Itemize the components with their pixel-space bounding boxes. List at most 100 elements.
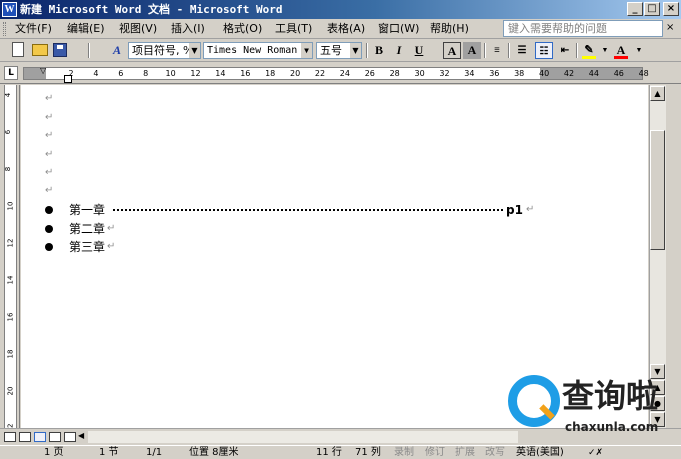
- ruler-mark: 6: [118, 69, 124, 78]
- window-title: 新建 Microsoft Word 文档 - Microsoft Word: [20, 3, 283, 16]
- font-size-value: 五号: [320, 44, 342, 57]
- bullets-icon[interactable]: ☷: [535, 42, 553, 59]
- highlight-color-swatch: [582, 56, 596, 59]
- ruler-mark: 48: [638, 69, 649, 78]
- tab-selector[interactable]: L: [4, 66, 18, 80]
- bullet-icon: [45, 243, 53, 251]
- vertical-ruler-strip[interactable]: 46810121416182022: [4, 85, 17, 432]
- indent-marker-icon[interactable]: [64, 75, 72, 83]
- status-line: 11 行: [316, 447, 342, 458]
- toc-entry-chapter-2[interactable]: 第二章: [69, 222, 105, 236]
- paragraph-mark: ↵: [107, 241, 116, 252]
- watermark-url: chaxunla.com: [565, 420, 659, 434]
- chevron-down-icon[interactable]: ▼: [350, 43, 361, 58]
- paragraph-mark: ↵: [45, 185, 54, 196]
- ruler-mark: 18: [265, 69, 276, 78]
- status-record[interactable]: 录制: [394, 446, 414, 459]
- numbering-icon[interactable]: ☰: [513, 42, 531, 59]
- close-document-button[interactable]: ×: [666, 22, 674, 33]
- minimize-button[interactable]: _: [627, 2, 643, 16]
- ruler-mark: 46: [613, 69, 624, 78]
- scroll-left-arrow-icon[interactable]: ◀: [78, 431, 84, 440]
- ruler-mark: 34: [464, 69, 475, 78]
- vertical-ruler-mark: 16: [6, 312, 15, 322]
- align-center-icon[interactable]: ≡: [488, 42, 506, 59]
- toolbar-separator: [508, 43, 510, 58]
- status-page: 1 页: [44, 447, 64, 458]
- help-search-input[interactable]: 键入需要帮助的问题: [503, 20, 663, 37]
- toolbar-separator: [484, 43, 486, 58]
- menu-help[interactable]: 帮助(H): [430, 22, 469, 36]
- status-bar: 1 页 1 节 1/1 位置 8厘米 11 行 71 列 录制 修订 扩展 改写…: [0, 445, 681, 459]
- vertical-ruler-mark: 20: [6, 386, 15, 396]
- chevron-down-icon[interactable]: ▼: [301, 43, 312, 58]
- ruler-mark: 14: [215, 69, 226, 78]
- toc-leader-dots: [113, 209, 503, 211]
- decrease-indent-icon[interactable]: ⇤: [556, 42, 574, 59]
- word-app-icon[interactable]: W: [2, 2, 17, 17]
- spelling-check-icon[interactable]: ✓✗: [588, 446, 603, 459]
- ruler-mark: 32: [439, 69, 450, 78]
- styles-pane-icon[interactable]: A: [108, 42, 126, 59]
- bullet-icon: [45, 225, 53, 233]
- open-folder-icon[interactable]: [32, 44, 48, 56]
- paragraph-mark: ↵: [45, 149, 54, 160]
- scroll-up-arrow-icon[interactable]: ▲: [650, 86, 665, 101]
- italic-button[interactable]: I: [390, 42, 408, 59]
- underline-button[interactable]: U: [410, 42, 428, 59]
- chevron-down-icon[interactable]: ▼: [630, 42, 648, 59]
- menu-window[interactable]: 窗口(W): [378, 22, 419, 36]
- toc-entry-chapter-1[interactable]: 第一章: [69, 203, 105, 217]
- print-layout-view-icon[interactable]: [34, 432, 46, 442]
- ruler-strip[interactable]: 2 4 6 8 10 12 14 16 18 20 22 24 26 28 30 32 34 36 38 40 42 44…: [23, 67, 649, 80]
- vertical-ruler-mark: 10: [6, 201, 15, 211]
- font-color-swatch: [614, 56, 628, 59]
- menu-edit[interactable]: 编辑(E): [67, 22, 105, 36]
- close-button[interactable]: ×: [663, 2, 679, 16]
- watermark-search-logo-icon: [508, 375, 560, 427]
- reading-view-icon[interactable]: [64, 432, 76, 442]
- toc-entry-chapter-3[interactable]: 第三章: [69, 240, 105, 254]
- toolbar-separator: [88, 43, 90, 58]
- status-overtype[interactable]: 改写: [485, 446, 505, 459]
- web-layout-view-icon[interactable]: [19, 432, 31, 442]
- document-page[interactable]: ↵ ↵ ↵ ↵ ↵ ↵ 第一章 p1 ↵ 第二章 ↵ 第三章 ↵: [21, 85, 648, 428]
- menu-table[interactable]: 表格(A): [327, 22, 365, 36]
- status-track-changes[interactable]: 修订: [425, 446, 445, 459]
- menubar-grip[interactable]: [3, 22, 6, 36]
- ruler-mark: 8: [143, 69, 149, 78]
- watermark-text: 查询啦: [562, 377, 659, 415]
- paragraph-mark: ↵: [45, 167, 54, 178]
- ruler-mark: 26: [364, 69, 375, 78]
- scrollbar-thumb[interactable]: [650, 130, 665, 250]
- paragraph-mark: ↵: [45, 112, 54, 123]
- status-page-of: 1/1: [146, 447, 163, 458]
- paragraph-mark: ↵: [45, 130, 54, 141]
- normal-view-icon[interactable]: [4, 432, 16, 442]
- new-document-icon[interactable]: [12, 42, 24, 57]
- menu-insert[interactable]: 插入(I): [171, 22, 205, 36]
- bold-button[interactable]: B: [370, 42, 388, 59]
- outline-view-icon[interactable]: [49, 432, 61, 442]
- maximize-button[interactable]: □: [644, 2, 660, 16]
- menu-tools[interactable]: 工具(T): [275, 22, 312, 36]
- horizontal-scrollbar[interactable]: [88, 431, 518, 443]
- ruler-mark: 24: [339, 69, 350, 78]
- menu-view[interactable]: 视图(V): [119, 22, 157, 36]
- character-shading-button[interactable]: A: [463, 42, 481, 59]
- save-disk-icon[interactable]: [53, 43, 67, 57]
- toolbar-separator: [576, 43, 578, 58]
- status-language[interactable]: 英语(美国): [516, 446, 564, 459]
- font-size-dropdown[interactable]: 五号 ▼: [316, 42, 362, 59]
- style-dropdown[interactable]: 项目符号, % ▼: [128, 42, 201, 59]
- title-bar: W 新建 Microsoft Word 文档 - Microsoft Word: [0, 0, 681, 19]
- menu-format[interactable]: 格式(O): [223, 22, 262, 36]
- status-extend[interactable]: 扩展: [455, 446, 475, 459]
- font-value: Times New Roman: [207, 45, 298, 56]
- status-section: 1 节: [99, 447, 119, 458]
- character-border-button[interactable]: A: [443, 42, 461, 59]
- first-line-indent-icon[interactable]: ▽: [40, 66, 46, 75]
- chevron-down-icon[interactable]: ▼: [189, 43, 200, 58]
- font-dropdown[interactable]: Times New Roman ▼: [203, 42, 313, 59]
- menu-file[interactable]: 文件(F): [15, 22, 52, 36]
